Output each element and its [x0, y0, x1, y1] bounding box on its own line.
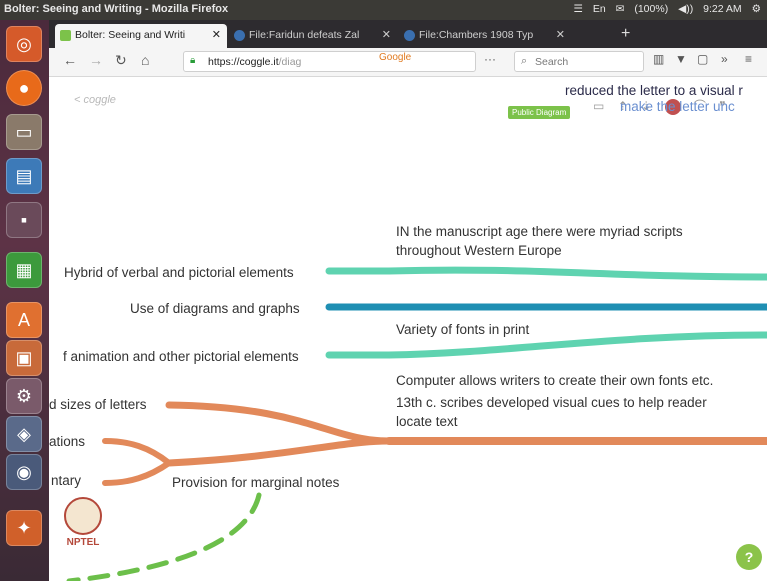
- system-top-bar: Bolter: Seeing and Writing - Mozilla Fir…: [0, 0, 767, 20]
- coggle-home-link[interactable]: < coggle: [74, 94, 116, 106]
- tab-label: File:Faridun defeats Zal: [249, 29, 360, 41]
- tab-bolter[interactable]: Bolter: Seeing and Writi ✕: [55, 24, 227, 48]
- settings-app-icon[interactable]: ⚙: [6, 378, 42, 414]
- tab-label: Bolter: Seeing and Writi: [75, 29, 186, 41]
- url-path: /diag: [278, 56, 302, 68]
- public-diagram-badge[interactable]: Public Diagram: [508, 106, 571, 119]
- terminal-icon[interactable]: ▪: [6, 202, 42, 238]
- keyboard-layout-indicator[interactable]: En: [593, 3, 606, 15]
- close-tab-icon[interactable]: ✕: [556, 28, 565, 41]
- hamburger-menu-icon[interactable]: ≡: [745, 52, 752, 66]
- home-icon[interactable]: ⌂: [141, 52, 149, 68]
- system-app-icon[interactable]: ◈: [6, 416, 42, 452]
- forward-arrow-icon[interactable]: →: [89, 52, 103, 68]
- launcher-sidebar: ◎ ● ▭ ▤ ▪ ▦ A ▣ ⚙ ◈ ◉ ✦: [0, 20, 49, 581]
- overflow-chevron-icon[interactable]: »: [721, 52, 728, 66]
- mail-icon[interactable]: ✉: [616, 3, 625, 15]
- node-manuscript-line2[interactable]: throughout Western Europe: [396, 241, 562, 260]
- node-variety-fonts[interactable]: Variety of fonts in print: [396, 320, 529, 339]
- tab-chambers[interactable]: File:Chambers 1908 Typ ✕: [399, 24, 571, 48]
- tab-label: File:Chambers 1908 Typ: [419, 29, 534, 41]
- node-scribes-line1[interactable]: 13th c. scribes developed visual cues to…: [396, 393, 707, 412]
- navigation-toolbar: ← → ↻ ⌂ 🔒︎ https://coggle.it/diag Google…: [49, 48, 767, 77]
- node-animation[interactable]: f animation and other pictorial elements: [63, 347, 299, 366]
- coggle-favicon-icon: [60, 30, 71, 41]
- lock-icon: 🔒︎: [190, 55, 196, 66]
- impress-icon[interactable]: ▣: [6, 340, 42, 376]
- close-tab-icon[interactable]: ✕: [382, 28, 391, 41]
- system-status-area[interactable]: ☰ En ✉ (100%) ◀)) 9:22 AM ⚙: [567, 3, 762, 15]
- calc-icon[interactable]: ▦: [6, 252, 42, 288]
- close-tab-icon[interactable]: ✕: [212, 28, 221, 41]
- url-host: https://coggle.it: [208, 56, 279, 68]
- nptel-app-icon[interactable]: ✦: [6, 510, 42, 546]
- writer-icon[interactable]: ▤: [6, 158, 42, 194]
- coggle-diagram-canvas[interactable]: < coggle Public Diagram ▭ ⇡ ⇣ ⌒ ❞ reduce…: [49, 77, 767, 581]
- ubuntu-dash-icon[interactable]: ◎: [6, 26, 42, 62]
- branch-lower-fork: [165, 437, 393, 467]
- node-computer-fonts[interactable]: Computer allows writers to create their …: [396, 371, 713, 390]
- menu-indicator-icon[interactable]: ☰: [574, 3, 583, 15]
- new-tab-button[interactable]: +: [621, 25, 630, 43]
- nptel-label: NPTEL: [66, 537, 100, 548]
- branch-top: [385, 266, 767, 281]
- files-icon[interactable]: ▭: [6, 114, 42, 150]
- tab-faridun[interactable]: File:Faridun defeats Zal ✕: [229, 24, 397, 48]
- window-title: Bolter: Seeing and Writing - Mozilla Fir…: [4, 3, 229, 15]
- branch-sizes: [165, 401, 393, 445]
- wikimedia-favicon-icon: [234, 30, 245, 41]
- reload-icon[interactable]: ↻: [115, 52, 127, 69]
- search-placeholder: Search: [535, 56, 569, 68]
- back-arrow-icon[interactable]: ←: [63, 52, 77, 68]
- node-sizes[interactable]: d sizes of letters: [49, 395, 147, 414]
- search-input[interactable]: ⌕ Search: [514, 51, 644, 72]
- volume-icon[interactable]: ◀)): [678, 3, 693, 15]
- google-search-suggestion[interactable]: Google: [379, 52, 444, 63]
- settings-gear-icon[interactable]: ⚙: [752, 3, 761, 15]
- battery-indicator[interactable]: (100%): [634, 3, 668, 15]
- nptel-seal-icon: [64, 497, 102, 535]
- node-make-letter[interactable]: make the letter unc: [620, 97, 735, 116]
- node-marginal-notes[interactable]: Provision for marginal notes: [172, 473, 339, 492]
- software-center-icon[interactable]: A: [6, 302, 42, 338]
- node-scribes-line2[interactable]: locate text: [396, 412, 458, 431]
- node-ntary[interactable]: ntary: [51, 471, 81, 490]
- browser-tab-strip: Bolter: Seeing and Writi ✕ File:Faridun …: [49, 20, 767, 48]
- sidebar-toggle-icon[interactable]: ▢: [697, 52, 708, 66]
- node-ations[interactable]: ations: [49, 432, 85, 451]
- node-hybrid[interactable]: Hybrid of verbal and pictorial elements: [64, 263, 294, 282]
- node-diagrams[interactable]: Use of diagrams and graphs: [130, 299, 300, 318]
- wikimedia-favicon-icon: [404, 30, 415, 41]
- comment-icon[interactable]: ▭: [593, 99, 604, 113]
- branch-ntary: [102, 460, 172, 486]
- library-icon[interactable]: ▥: [653, 52, 664, 66]
- node-manuscript-line1[interactable]: IN the manuscript age there were myriad …: [396, 222, 683, 241]
- help-button[interactable]: ?: [736, 544, 762, 570]
- clock[interactable]: 9:22 AM: [703, 3, 742, 15]
- nptel-logo: NPTEL: [53, 497, 113, 548]
- firefox-icon[interactable]: ●: [6, 70, 42, 106]
- branch-ations: [102, 438, 172, 466]
- pocket-icon[interactable]: ▼: [675, 52, 687, 66]
- page-actions-menu[interactable]: ···: [484, 52, 496, 66]
- media-app-icon[interactable]: ◉: [6, 454, 42, 490]
- search-icon: ⌕: [521, 55, 528, 67]
